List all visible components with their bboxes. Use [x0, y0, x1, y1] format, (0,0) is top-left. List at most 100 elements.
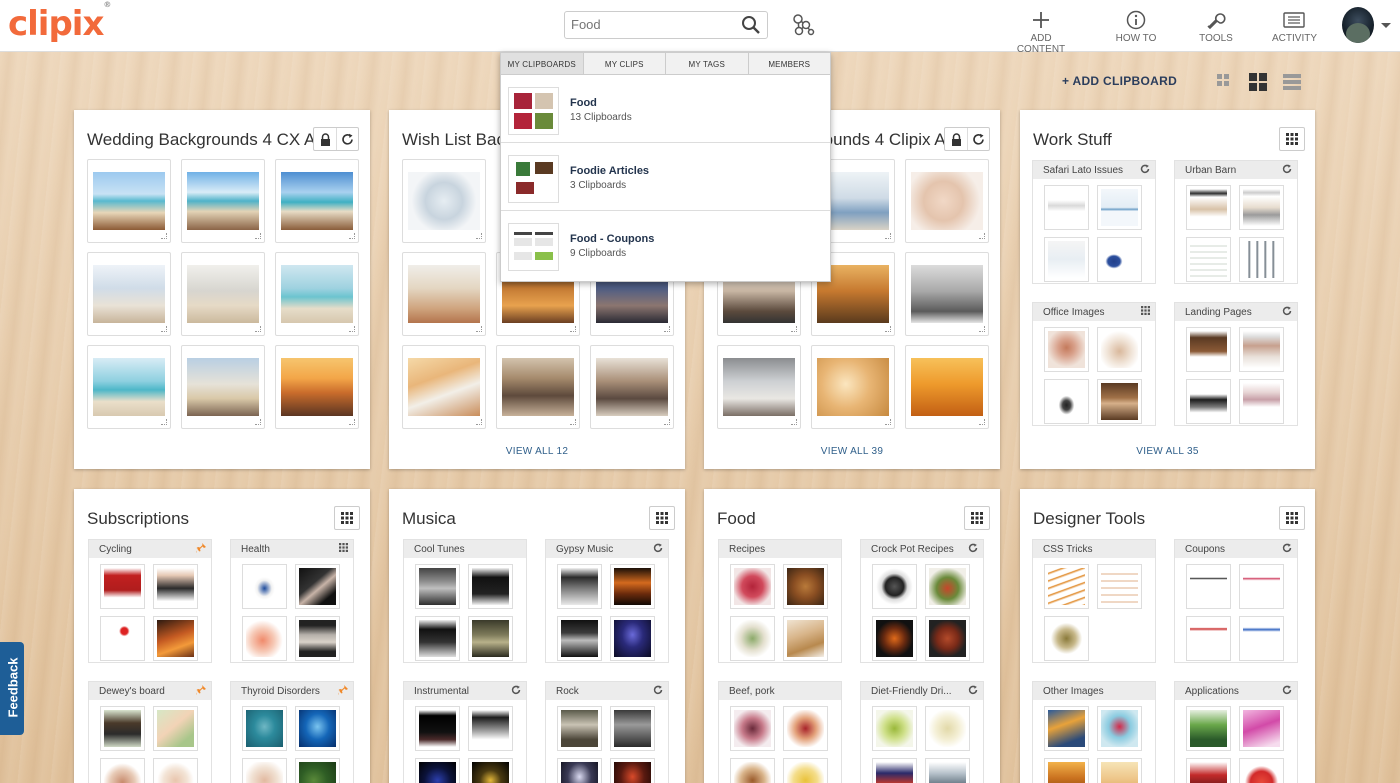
clip-thumbnail[interactable]	[905, 252, 989, 336]
clip-thumbnail[interactable]	[100, 758, 145, 783]
refresh-icon[interactable]	[336, 128, 358, 150]
clip-thumbnail[interactable]	[87, 159, 171, 243]
clip-thumbnail[interactable]	[925, 564, 970, 609]
clip-thumbnail[interactable]	[811, 345, 895, 429]
clip-thumbnail[interactable]	[275, 159, 359, 243]
network-hub-icon[interactable]	[791, 13, 815, 42]
clipboard-title[interactable]: Designer Tools	[1033, 509, 1145, 529]
small-grid-view-icon[interactable]	[1216, 73, 1230, 92]
clip-thumbnail[interactable]	[153, 706, 198, 751]
clipboard-title[interactable]: Work Stuff	[1033, 130, 1112, 150]
clip-thumbnail[interactable]	[610, 564, 655, 609]
sub-clipboard[interactable]: Safari Lato Issues	[1032, 160, 1156, 284]
list-view-icon[interactable]	[1283, 73, 1301, 96]
clipboard-title[interactable]: Wedding Backgrounds 4 CX AD	[87, 130, 328, 150]
sub-clipboard[interactable]: Gypsy Music	[545, 539, 669, 663]
clip-thumbnail[interactable]	[1044, 327, 1089, 372]
lock-icon[interactable]	[945, 128, 967, 150]
avatar[interactable]	[1342, 7, 1374, 43]
clip-thumbnail[interactable]	[557, 564, 602, 609]
refresh-icon[interactable]	[511, 685, 521, 698]
clip-thumbnail[interactable]	[181, 345, 265, 429]
clip-thumbnail[interactable]	[925, 616, 970, 661]
clip-thumbnail[interactable]	[717, 345, 801, 429]
clip-thumbnail[interactable]	[1044, 616, 1089, 661]
view-all-link[interactable]: VIEW ALL 35	[1020, 446, 1315, 457]
sub-clipboard[interactable]: Thyroid Disorders	[230, 681, 354, 783]
grid-icon[interactable]	[964, 506, 990, 530]
clip-thumbnail[interactable]	[730, 564, 775, 609]
refresh-icon[interactable]	[968, 543, 978, 556]
sub-clipboard[interactable]: CSS Tricks	[1032, 539, 1156, 663]
clip-thumbnail[interactable]	[153, 616, 198, 661]
clip-thumbnail[interactable]	[415, 758, 460, 783]
clipboard-card[interactable]: Work Stuff Safari Lato Issues Urban Barn…	[1020, 110, 1315, 469]
pin-icon[interactable]	[196, 543, 206, 556]
tab-members[interactable]: MEMBERS	[749, 53, 831, 74]
clip-thumbnail[interactable]	[1044, 758, 1089, 783]
clip-thumbnail[interactable]	[872, 616, 917, 661]
refresh-icon[interactable]	[1282, 164, 1292, 177]
clip-thumbnail[interactable]	[181, 252, 265, 336]
clipboard-card[interactable]: Wedding Backgrounds 4 CX AD	[74, 110, 370, 469]
clip-thumbnail[interactable]	[415, 706, 460, 751]
sub-clipboard[interactable]: Landing Pages	[1174, 302, 1298, 426]
clip-thumbnail[interactable]	[1044, 237, 1089, 282]
clip-thumbnail[interactable]	[730, 758, 775, 783]
clip-thumbnail[interactable]	[242, 616, 287, 661]
sub-clipboard[interactable]: Crock Pot Recipes	[860, 539, 984, 663]
sub-clipboard[interactable]: Beef, pork	[718, 681, 842, 783]
clip-thumbnail[interactable]	[557, 706, 602, 751]
clip-thumbnail[interactable]	[590, 345, 674, 429]
clip-thumbnail[interactable]	[1097, 758, 1142, 783]
clip-thumbnail[interactable]	[275, 252, 359, 336]
clip-thumbnail[interactable]	[1186, 616, 1231, 661]
pin-icon[interactable]	[196, 685, 206, 698]
clip-thumbnail[interactable]	[1239, 379, 1284, 424]
clip-thumbnail[interactable]	[730, 616, 775, 661]
refresh-icon[interactable]	[968, 685, 978, 698]
grid-icon[interactable]	[334, 506, 360, 530]
sub-clipboard[interactable]: Other Images	[1032, 681, 1156, 783]
add-clipboard-button[interactable]: + ADD CLIPBOARD	[1062, 74, 1177, 88]
clip-thumbnail[interactable]	[610, 616, 655, 661]
view-all-link[interactable]: VIEW ALL 39	[704, 446, 1000, 457]
feedback-tab[interactable]: Feedback	[0, 642, 24, 735]
refresh-icon[interactable]	[1282, 306, 1292, 319]
sub-clipboard[interactable]: Health	[230, 539, 354, 663]
sub-clipboard[interactable]: Applications	[1174, 681, 1298, 783]
clip-thumbnail[interactable]	[496, 345, 580, 429]
clip-thumbnail[interactable]	[181, 159, 265, 243]
clip-thumbnail[interactable]	[730, 706, 775, 751]
clip-thumbnail[interactable]	[242, 564, 287, 609]
clip-thumbnail[interactable]	[295, 706, 340, 751]
sub-clipboard[interactable]: Dewey's board	[88, 681, 212, 783]
clip-thumbnail[interactable]	[1186, 706, 1231, 751]
sub-clipboard[interactable]: Cool Tunes	[403, 539, 527, 663]
clip-thumbnail[interactable]	[402, 159, 486, 243]
clip-thumbnail[interactable]	[1239, 185, 1284, 230]
clip-thumbnail[interactable]	[1044, 564, 1089, 609]
clip-thumbnail[interactable]	[415, 564, 460, 609]
clip-thumbnail[interactable]	[1239, 237, 1284, 282]
clip-thumbnail[interactable]	[783, 616, 828, 661]
grid-icon[interactable]	[1279, 506, 1305, 530]
clip-thumbnail[interactable]	[1186, 185, 1231, 230]
search-icon[interactable]	[741, 15, 761, 40]
sub-clipboard[interactable]: Recipes	[718, 539, 842, 663]
clip-thumbnail[interactable]	[783, 706, 828, 751]
search-result-item[interactable]: Food - Coupons 9 Clipboards	[501, 211, 830, 279]
grid-icon[interactable]	[339, 543, 348, 555]
large-grid-view-icon[interactable]	[1249, 73, 1267, 96]
clip-thumbnail[interactable]	[905, 345, 989, 429]
clip-thumbnail[interactable]	[610, 758, 655, 783]
clip-thumbnail[interactable]	[468, 706, 513, 751]
clip-thumbnail[interactable]	[100, 564, 145, 609]
clip-thumbnail[interactable]	[1097, 379, 1142, 424]
clip-thumbnail[interactable]	[1044, 706, 1089, 751]
refresh-icon[interactable]	[1282, 685, 1292, 698]
grid-icon[interactable]	[1141, 306, 1150, 318]
clip-thumbnail[interactable]	[1186, 327, 1231, 372]
clip-thumbnail[interactable]	[468, 564, 513, 609]
grid-icon[interactable]	[649, 506, 675, 530]
